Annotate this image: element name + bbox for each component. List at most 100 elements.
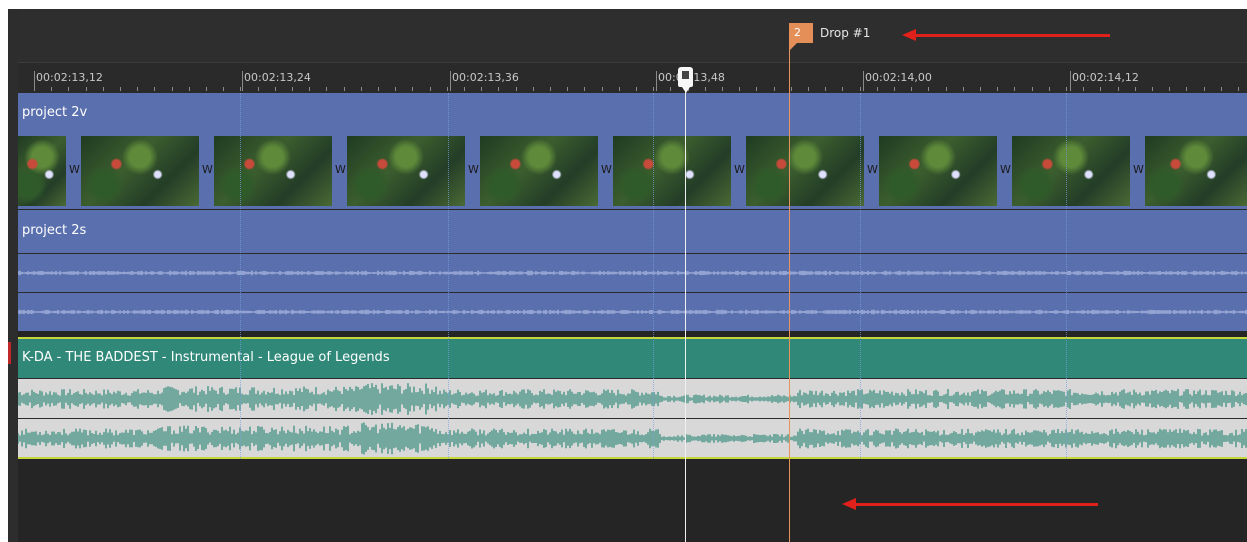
ruler-minor-tick [344, 87, 345, 91]
music-waveform-right-graphic [17, 422, 1247, 455]
ruler-major-tick [863, 71, 864, 91]
ruler-minor-tick [498, 87, 499, 91]
ruler-minor-tick [412, 87, 413, 91]
ruler-minor-tick [361, 87, 362, 91]
ruler-minor-tick [120, 87, 121, 91]
ruler-minor-tick [911, 87, 912, 91]
thumbnail-gap-letter: W [601, 163, 612, 176]
ruler-minor-tick [860, 87, 861, 91]
video-thumbnail [1012, 136, 1130, 206]
beat-gridline [240, 93, 241, 459]
video-event-name: project 2v [22, 105, 88, 120]
thumbnail-gap-letter: W [468, 163, 479, 176]
ruler-tick-label: 00:02:13,36 [452, 71, 519, 84]
thumbnail-gap-letter: W [734, 163, 745, 176]
timeline-window: 2 Drop #1 00:02:13,12 00:02:13,24 00:02:… [8, 9, 1247, 542]
video-event-header[interactable]: project 2v [18, 93, 1247, 133]
ruler-minor-tick [154, 87, 155, 91]
waveform-path [17, 383, 1247, 415]
ruler-minor-tick [481, 87, 482, 91]
marker-label[interactable]: Drop #1 [820, 26, 870, 40]
ruler-minor-tick [756, 87, 757, 91]
ruler-minor-tick [137, 87, 138, 91]
ruler-minor-tick [842, 87, 843, 91]
video-thumbnail [81, 136, 199, 206]
ruler-minor-tick [1032, 87, 1033, 91]
ruler-minor-tick [275, 87, 276, 91]
thumbnail-gap-letter: W [69, 163, 80, 176]
waveform-path [17, 270, 1247, 276]
ruler-minor-tick [722, 87, 723, 91]
thumbnail-gap-letter: W [202, 163, 213, 176]
ruler-minor-tick [808, 87, 809, 91]
ruler-minor-tick [1100, 87, 1101, 91]
thumbnail-gap-letter: W [1000, 163, 1011, 176]
ruler-minor-tick [946, 87, 947, 91]
video-thumbnail [1145, 136, 1247, 206]
ruler-minor-tick [206, 87, 207, 91]
music-event-header[interactable]: K-DA - THE BADDEST - Instrumental - Leag… [18, 337, 1247, 380]
audio-event-name: project 2s [22, 223, 87, 238]
ruler-tick-label: 00:02:13,24 [244, 71, 311, 84]
music-waveform-right[interactable] [17, 418, 1247, 459]
audio-waveform-left[interactable] [17, 253, 1247, 292]
ruler-minor-tick [1221, 87, 1222, 91]
ruler-minor-tick [533, 87, 534, 91]
ruler-minor-tick [68, 87, 69, 91]
time-ruler[interactable]: 00:02:13,12 00:02:13,24 00:02:13,36 00:0… [18, 63, 1247, 93]
ruler-minor-tick [791, 87, 792, 91]
ruler-minor-tick [189, 87, 190, 91]
ruler-minor-tick [705, 87, 706, 91]
ruler-minor-tick [739, 87, 740, 91]
ruler-minor-tick [1204, 87, 1205, 91]
ruler-minor-tick [567, 87, 568, 91]
ruler-minor-tick [602, 87, 603, 91]
ruler-minor-tick [670, 87, 671, 91]
ruler-minor-tick [877, 87, 878, 91]
ruler-minor-tick [309, 87, 310, 91]
music-event-name: K-DA - THE BADDEST - Instrumental - Leag… [22, 350, 390, 365]
ruler-minor-tick [292, 87, 293, 91]
video-thumbnail [18, 136, 66, 206]
marker-flag-icon[interactable]: 2 [789, 23, 813, 51]
thumbnail-gap-letter: W [1133, 163, 1144, 176]
ruler-major-tick [1070, 71, 1071, 91]
ruler-minor-tick [1152, 87, 1153, 91]
ruler-minor-tick [619, 87, 620, 91]
ruler-minor-tick [430, 87, 431, 91]
ruler-minor-tick [1186, 87, 1187, 91]
ruler-minor-tick [1066, 87, 1067, 91]
ruler-minor-tick [980, 87, 981, 91]
video-event-thumbnails[interactable]: W W W W W W W W W [18, 133, 1247, 209]
ruler-minor-tick [34, 87, 35, 91]
ruler-minor-tick [1049, 87, 1050, 91]
marker-line [789, 33, 790, 542]
ruler-minor-tick [103, 87, 104, 91]
video-thumbnail [746, 136, 864, 206]
video-thumbnail [613, 136, 731, 206]
music-waveform-left[interactable] [17, 378, 1247, 419]
ruler-major-tick [450, 71, 451, 91]
audio-waveform-right[interactable] [17, 292, 1247, 331]
beat-gridline [1066, 93, 1067, 459]
audio-event-header[interactable]: project 2s [18, 210, 1247, 253]
music-event-bottom-edge [18, 457, 1247, 459]
beat-gridline [653, 93, 654, 459]
playhead-line [685, 71, 686, 542]
ruler-minor-tick [86, 87, 87, 91]
ruler-minor-tick [447, 87, 448, 91]
music-waveform-left-graphic [17, 383, 1247, 415]
ruler-minor-tick [1135, 87, 1136, 91]
beat-gridline [860, 93, 861, 459]
ruler-minor-tick [928, 87, 929, 91]
ruler-minor-tick [378, 87, 379, 91]
ruler-minor-tick [825, 87, 826, 91]
ruler-minor-tick [516, 87, 517, 91]
ruler-minor-tick [1083, 87, 1084, 91]
playhead-handle-icon[interactable] [678, 67, 693, 93]
ruler-minor-tick [584, 87, 585, 91]
ruler-minor-tick [1014, 87, 1015, 91]
arrow-left-icon [842, 498, 1098, 510]
ruler-minor-tick [1118, 87, 1119, 91]
ruler-minor-tick [894, 87, 895, 91]
